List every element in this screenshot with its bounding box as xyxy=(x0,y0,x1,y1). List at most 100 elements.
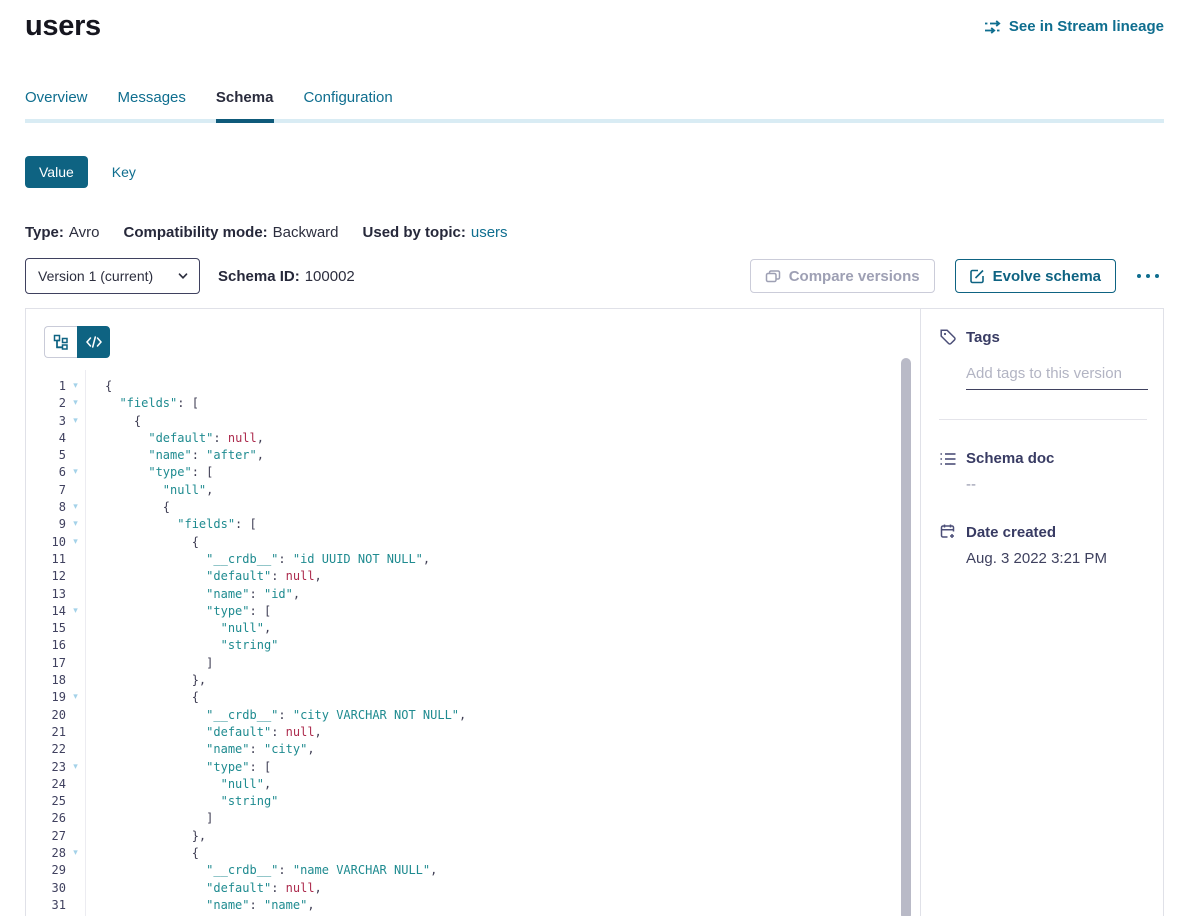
fold-arrow-icon[interactable]: ▾ xyxy=(66,516,85,533)
code-line: 6▾ "type": [ xyxy=(26,464,920,481)
see-in-stream-lineage-link[interactable]: See in Stream lineage xyxy=(984,18,1164,35)
fold-arrow-icon[interactable]: ▾ xyxy=(66,464,85,481)
line-number: 30 xyxy=(26,880,66,897)
fold-arrow-icon[interactable]: ▾ xyxy=(66,845,85,862)
fold-arrow-icon[interactable]: ▾ xyxy=(66,689,85,706)
code-line: 11 "__crdb__": "id UUID NOT NULL", xyxy=(26,551,920,568)
schema-doc-heading: Schema doc xyxy=(939,450,1147,467)
code-line: 30 "default": null, xyxy=(26,880,920,897)
code-text: { xyxy=(85,378,112,395)
used-by-topic: Used by topic:users xyxy=(363,224,508,241)
fold-arrow-icon[interactable]: ▾ xyxy=(66,603,85,620)
fold-arrow-icon[interactable]: ▾ xyxy=(66,759,85,776)
code-view-button[interactable] xyxy=(77,326,110,358)
fold-spacer xyxy=(66,568,85,585)
compatibility-mode: Compatibility mode:Backward xyxy=(123,224,338,241)
tags-section: Tags xyxy=(939,328,1147,390)
date-created-heading: Date created xyxy=(939,523,1147,541)
code-line: 1▾{ xyxy=(26,378,920,395)
code-line: 22 "name": "city", xyxy=(26,741,920,758)
code-text: "string" xyxy=(85,637,278,654)
code-text: "string" xyxy=(85,793,278,810)
code-text: "default": null, xyxy=(85,430,264,447)
ellipsis-icon xyxy=(1136,273,1160,279)
code-line: 5 "name": "after", xyxy=(26,447,920,464)
code-line: 27 }, xyxy=(26,828,920,845)
line-number: 24 xyxy=(26,776,66,793)
code-text: { xyxy=(85,534,199,551)
fold-spacer xyxy=(66,862,85,879)
compare-versions-button[interactable]: Compare versions xyxy=(750,259,935,293)
editor-view-toggle xyxy=(44,326,110,358)
tab-messages[interactable]: Messages xyxy=(118,89,186,119)
fold-spacer xyxy=(66,430,85,447)
code-line: 31 "name": "name", xyxy=(26,897,920,914)
fold-arrow-icon[interactable]: ▾ xyxy=(66,499,85,516)
line-number: 6 xyxy=(26,464,66,481)
compare-copy-icon xyxy=(765,269,781,284)
more-actions-button[interactable] xyxy=(1132,269,1164,283)
tags-heading: Tags xyxy=(939,328,1147,346)
line-number: 12 xyxy=(26,568,66,585)
line-number: 7 xyxy=(26,482,66,499)
schema-doc-value: -- xyxy=(966,476,1147,493)
code-text: "__crdb__": "city VARCHAR NOT NULL", xyxy=(85,707,466,724)
line-number: 29 xyxy=(26,862,66,879)
tab-bar: Overview Messages Schema Configuration xyxy=(25,89,1164,123)
code-text: "type": [ xyxy=(85,603,271,620)
code-line: 9▾ "fields": [ xyxy=(26,516,920,533)
code-line: 28▾ { xyxy=(26,845,920,862)
code-lines: 1▾{2▾ "fields": [3▾ {4 "default": null,5… xyxy=(26,378,920,916)
code-text: "fields": [ xyxy=(85,395,199,412)
evolve-schema-button[interactable]: Evolve schema xyxy=(955,259,1116,293)
fold-arrow-icon[interactable]: ▾ xyxy=(66,413,85,430)
fold-spacer xyxy=(66,810,85,827)
tag-icon xyxy=(939,328,957,346)
add-tags-input[interactable] xyxy=(966,363,1148,390)
fold-spacer xyxy=(66,793,85,810)
date-created-value: Aug. 3 2022 3:21 PM xyxy=(966,550,1147,567)
version-select[interactable]: Version 1 (current) xyxy=(25,258,200,294)
fold-spacer xyxy=(66,828,85,845)
line-number: 26 xyxy=(26,810,66,827)
fold-spacer xyxy=(66,620,85,637)
line-number: 3 xyxy=(26,413,66,430)
code-text: { xyxy=(85,413,141,430)
fold-spacer xyxy=(66,707,85,724)
code-text: }, xyxy=(85,828,206,845)
fold-spacer xyxy=(66,551,85,568)
code-line: 18 }, xyxy=(26,672,920,689)
code-text: { xyxy=(85,689,199,706)
tab-overview[interactable]: Overview xyxy=(25,89,88,119)
code-line: 12 "default": null, xyxy=(26,568,920,585)
page-header: users See in Stream lineage xyxy=(25,0,1164,43)
line-number: 28 xyxy=(26,845,66,862)
code-line: 26 ] xyxy=(26,810,920,827)
schema-type: Type:Avro xyxy=(25,224,99,241)
list-icon xyxy=(939,451,957,467)
edit-icon xyxy=(970,269,985,284)
tab-configuration[interactable]: Configuration xyxy=(303,89,392,119)
code-text: "null", xyxy=(85,620,271,637)
code-text: "fields": [ xyxy=(85,516,257,533)
code-text: }, xyxy=(85,672,206,689)
fold-arrow-icon[interactable]: ▾ xyxy=(66,534,85,551)
code-line: 20 "__crdb__": "city VARCHAR NOT NULL", xyxy=(26,707,920,724)
version-select-wrap: Version 1 (current) xyxy=(25,258,200,294)
fold-spacer xyxy=(66,741,85,758)
value-toggle-button[interactable]: Value xyxy=(25,156,88,188)
topic-link[interactable]: users xyxy=(471,224,508,241)
tab-schema[interactable]: Schema xyxy=(216,89,274,119)
fold-arrow-icon[interactable]: ▾ xyxy=(66,378,85,395)
code-text: "name": "after", xyxy=(85,447,264,464)
line-number: 11 xyxy=(26,551,66,568)
code-line: 2▾ "fields": [ xyxy=(26,395,920,412)
code-line: 7 "null", xyxy=(26,482,920,499)
tree-view-button[interactable] xyxy=(44,326,77,358)
key-toggle-button[interactable]: Key xyxy=(112,164,136,180)
fold-arrow-icon[interactable]: ▾ xyxy=(66,395,85,412)
editor-scrollbar-thumb[interactable] xyxy=(901,358,911,916)
line-number: 5 xyxy=(26,447,66,464)
code-line: 17 ] xyxy=(26,655,920,672)
code-text: "default": null, xyxy=(85,724,322,741)
